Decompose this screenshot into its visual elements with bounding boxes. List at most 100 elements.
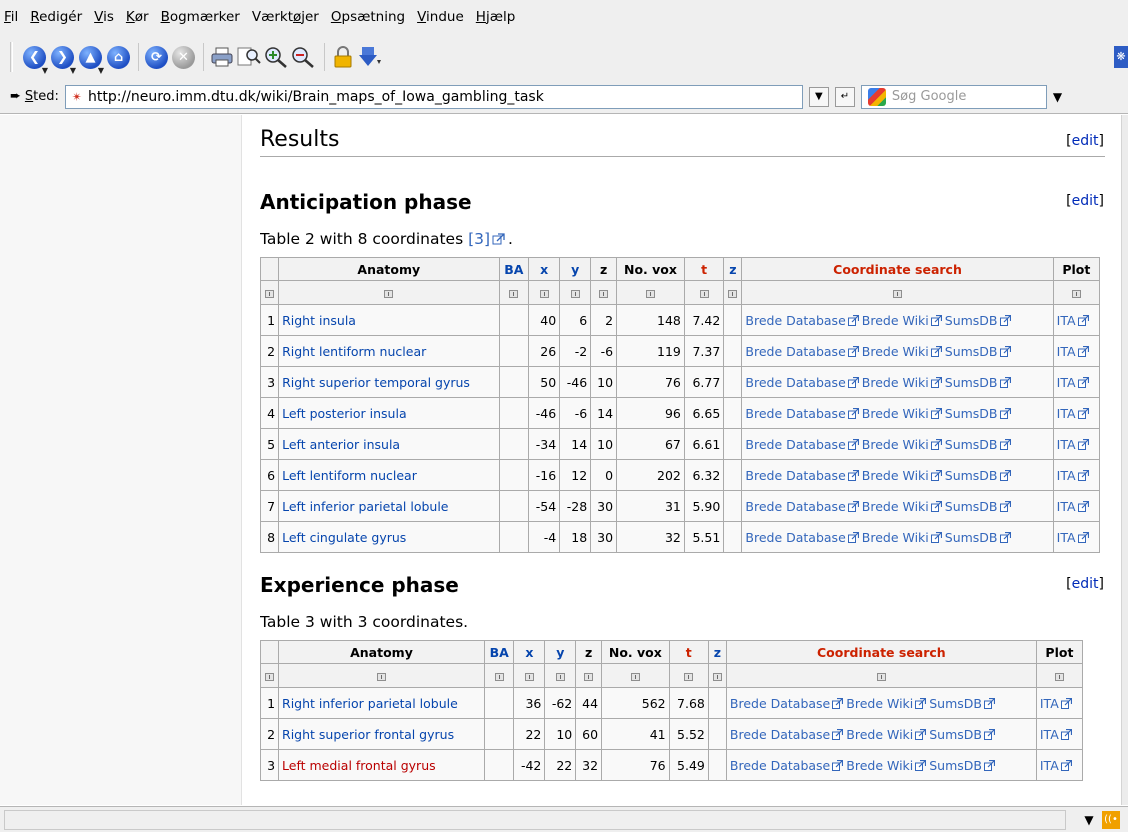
coordinate-search-link[interactable]: Brede Database [745,313,845,328]
coordinate-search-link[interactable]: Brede Wiki [862,313,929,328]
url-input[interactable]: ✴ http://neuro.imm.dtu.dk/wiki/Brain_map… [64,84,803,109]
coordinate-search-link[interactable]: Brede Wiki [862,499,929,514]
coordinate-search-link[interactable]: Brede Database [745,468,845,483]
coordinate-search-link[interactable]: SumsDB [945,437,998,452]
sort-icon[interactable] [524,672,534,681]
sort-icon[interactable] [555,672,565,681]
anatomy-link[interactable]: Right inferior parietal lobule [282,696,458,711]
coordinate-search-link[interactable]: Brede Database [730,727,830,742]
sort-button[interactable] [601,663,670,688]
home-icon[interactable]: ⌂ [107,45,130,69]
sort-button[interactable] [1035,663,1084,688]
find-icon[interactable] [237,45,261,69]
plot-link[interactable]: ITA [1040,696,1059,711]
coordinate-search-link[interactable]: Brede Wiki [862,530,929,545]
plot-link[interactable]: ITA [1057,313,1076,328]
menu-vis[interactable]: Vis [94,9,114,25]
coordinate-search-link[interactable]: SumsDB [929,758,982,773]
sort-icon[interactable] [630,672,640,681]
plot-link[interactable]: ITA [1057,468,1076,483]
sort-icon[interactable] [376,672,386,681]
menu-fil[interactable]: Fil [4,9,18,25]
anatomy-link[interactable]: Left medial frontal gyrus [282,758,436,773]
sort-button[interactable] [278,663,485,688]
plot-link[interactable]: ITA [1057,375,1076,390]
sort-icon[interactable] [384,289,394,298]
sort-button[interactable] [483,663,515,688]
anatomy-link[interactable]: Right lentiform nuclear [282,344,426,359]
anatomy-link[interactable]: Left inferior parietal lobule [282,499,448,514]
sort-icon[interactable] [645,289,655,298]
coordinate-search-link[interactable]: Brede Database [745,375,845,390]
sort-icon[interactable] [509,289,519,298]
coordinate-search-link[interactable]: Brede Wiki [862,437,929,452]
sort-icon[interactable] [728,289,738,298]
stop-icon[interactable]: ✕ [172,45,195,69]
coordinate-search-link[interactable]: SumsDB [945,344,998,359]
sort-icon[interactable] [893,289,903,298]
anatomy-link[interactable]: Right insula [282,313,356,328]
back-icon[interactable]: ❮ ▼ [23,45,48,75]
sort-button[interactable] [260,663,280,688]
plot-link[interactable]: ITA [1057,437,1076,452]
coordinate-search-link[interactable]: Brede Wiki [846,758,913,773]
menu-hjælp[interactable]: Hjælp [476,9,515,25]
coordinate-search-link[interactable]: Brede Wiki [846,727,913,742]
rss-icon[interactable]: ((• [1102,811,1120,829]
anatomy-link[interactable]: Right superior temporal gyrus [282,375,470,390]
sort-icon[interactable] [1054,672,1064,681]
plot-link[interactable]: ITA [1040,758,1059,773]
coordinate-search-link[interactable]: Brede Database [730,758,830,773]
plot-link[interactable]: ITA [1057,344,1076,359]
sort-button[interactable] [278,280,500,305]
sort-button[interactable] [1052,280,1101,305]
edit-link-results[interactable]: [edit] [1066,133,1104,149]
plot-link[interactable]: ITA [1057,406,1076,421]
menu-værktøjer[interactable]: Værktøjer [252,9,319,25]
sort-icon[interactable] [265,289,275,298]
menu-redigr[interactable]: Redigér [30,9,82,25]
sort-icon[interactable] [539,289,549,298]
menu-kør[interactable]: Kør [126,9,149,25]
coordinate-search-link[interactable]: SumsDB [945,406,998,421]
reload-icon[interactable]: ⟳ [145,45,168,69]
sort-icon[interactable] [494,672,504,681]
coordinate-search-link[interactable]: Brede Wiki [862,406,929,421]
sort-button[interactable] [528,280,561,305]
vertical-scrollbar[interactable] [1121,115,1128,805]
reference-link[interactable]: [3] [468,230,490,248]
toolbar-grip[interactable] [10,42,13,72]
sort-button[interactable] [590,280,618,305]
coordinate-search-link[interactable]: Brede Database [745,406,845,421]
coordinate-search-link[interactable]: SumsDB [945,313,998,328]
sort-button[interactable] [559,280,592,305]
anatomy-link[interactable]: Left anterior insula [282,437,400,452]
sort-icon[interactable] [599,289,609,298]
coordinate-search-link[interactable]: Brede Database [745,530,845,545]
sort-button[interactable] [741,280,1054,305]
print-icon[interactable] [210,45,234,69]
sort-icon[interactable] [584,672,594,681]
coordinate-search-link[interactable]: Brede Wiki [862,468,929,483]
sort-button[interactable] [498,280,530,305]
menu-vindue[interactable]: Vindue [417,9,464,25]
sort-button[interactable] [668,663,709,688]
coordinate-search-link[interactable]: Brede Database [730,696,830,711]
coordinate-search-link[interactable]: SumsDB [945,499,998,514]
plot-link[interactable]: ITA [1057,530,1076,545]
anatomy-link[interactable]: Right superior frontal gyrus [282,727,454,742]
coordinate-search-link[interactable]: SumsDB [929,727,982,742]
sort-button[interactable] [683,280,725,305]
coordinate-search-link[interactable]: Brede Wiki [862,344,929,359]
plot-link[interactable]: ITA [1057,499,1076,514]
coordinate-search-link[interactable]: SumsDB [929,696,982,711]
search-input[interactable]: Søg Google [860,84,1047,109]
coordinate-search-link[interactable]: Brede Wiki [862,375,929,390]
coordinate-search-link[interactable]: Brede Wiki [846,696,913,711]
sort-icon[interactable] [876,672,886,681]
sort-button[interactable] [707,663,727,688]
coordinate-search-link[interactable]: Brede Database [745,499,845,514]
edit-link-anticipation[interactable]: [edit] [1066,193,1104,209]
menu-opsætning[interactable]: Opsætning [331,9,405,25]
up-icon[interactable]: ▲ ▼ [79,45,104,75]
